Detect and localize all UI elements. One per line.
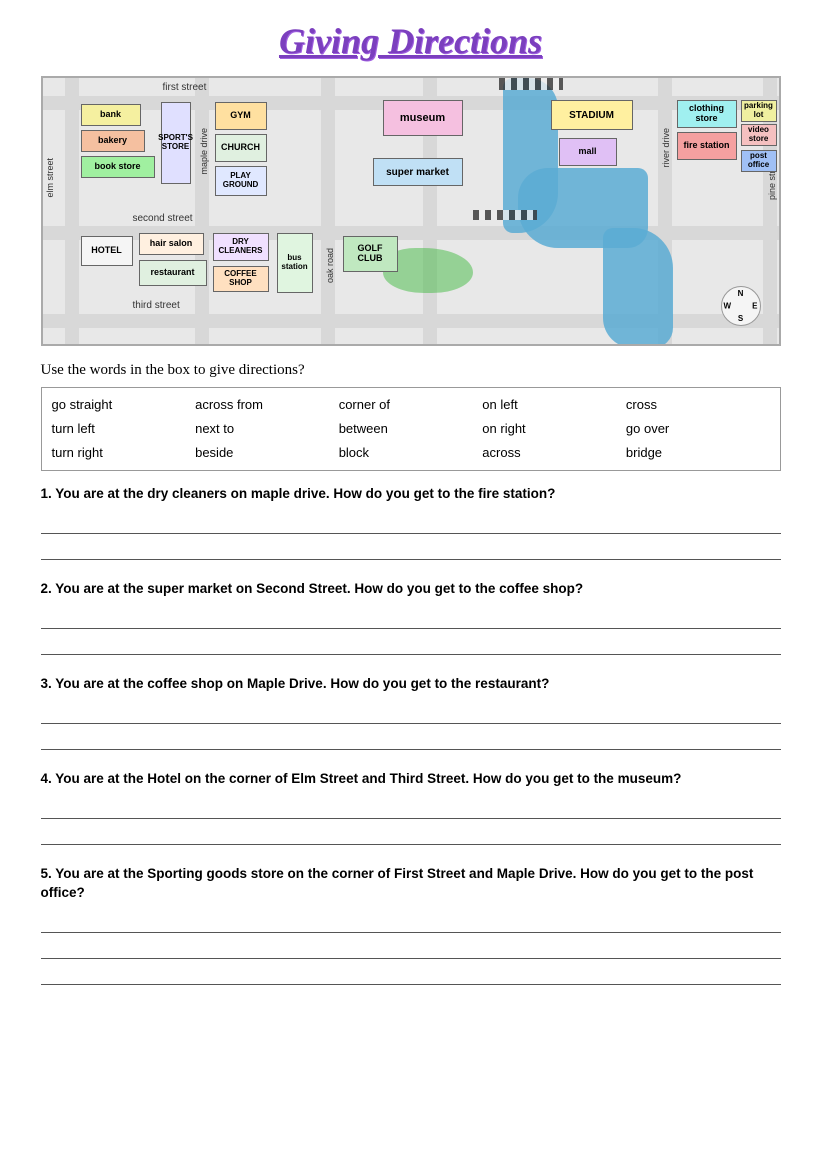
questions-section: 1. You are at the dry cleaners on maple … — [41, 485, 781, 984]
answer-line-3b[interactable] — [41, 728, 781, 750]
hair-salon-building: hair salon — [139, 233, 204, 255]
question-3-text: 3. You are at the coffee shop on Maple D… — [41, 675, 781, 694]
word-cross: cross — [626, 394, 770, 416]
answer-line-4a[interactable] — [41, 797, 781, 819]
supermarket-building: super market — [373, 158, 463, 186]
question-5-text: 5. You are at the Sporting goods store o… — [41, 865, 781, 903]
bus-station-building: bus station — [277, 233, 313, 293]
question-2-text: 2. You are at the super market on Second… — [41, 580, 781, 599]
river-drive-label: river drive — [661, 128, 671, 168]
question-3: 3. You are at the coffee shop on Maple D… — [41, 675, 781, 750]
question-4: 4. You are at the Hotel on the corner of… — [41, 770, 781, 845]
third-street-label: third street — [133, 300, 180, 311]
bookstore-building: book store — [81, 156, 155, 178]
answer-line-1b[interactable] — [41, 538, 781, 560]
bakery-building: bakery — [81, 130, 145, 152]
church-building: CHURCH — [215, 134, 267, 162]
question-1: 1. You are at the dry cleaners on maple … — [41, 485, 781, 560]
word-bridge: bridge — [626, 442, 770, 464]
directions-prompt: Use the words in the box to give directi… — [41, 362, 781, 379]
word-go-straight: go straight — [52, 394, 196, 416]
hotel-building: HOTEL — [81, 236, 133, 266]
page-title: Giving Directions — [40, 20, 781, 62]
question-4-text: 4. You are at the Hotel on the corner of… — [41, 770, 781, 789]
word-across: across — [482, 442, 626, 464]
bank-building: bank — [81, 104, 141, 126]
stadium-building: STADIUM — [551, 100, 633, 130]
directions-section: Use the words in the box to give directi… — [41, 362, 781, 471]
gym-building: GYM — [215, 102, 267, 130]
word-across-from: across from — [195, 394, 339, 416]
answer-line-5c[interactable] — [41, 963, 781, 985]
restaurant-building: restaurant — [139, 260, 207, 286]
word-turn-right: turn right — [52, 442, 196, 464]
answer-line-5a[interactable] — [41, 911, 781, 933]
answer-line-4b[interactable] — [41, 823, 781, 845]
word-block: block — [339, 442, 483, 464]
word-on-left: on left — [482, 394, 626, 416]
maple-drive-label: maple drive — [199, 128, 209, 175]
answer-line-2a[interactable] — [41, 607, 781, 629]
answer-line-2b[interactable] — [41, 633, 781, 655]
compass-rose: N S E W — [721, 286, 761, 326]
word-go-over: go over — [626, 418, 770, 440]
bridge-mid — [473, 210, 537, 220]
first-street-label: first street — [163, 82, 207, 93]
parking-lot-building: parking lot — [741, 100, 777, 122]
mall-building: mall — [559, 138, 617, 166]
bridge-top — [499, 78, 563, 90]
word-beside: beside — [195, 442, 339, 464]
museum-building: museum — [383, 100, 463, 136]
clothing-store-building: clothing store — [677, 100, 737, 128]
word-corner-of: corner of — [339, 394, 483, 416]
question-2: 2. You are at the super market on Second… — [41, 580, 781, 655]
answer-line-3a[interactable] — [41, 702, 781, 724]
dry-cleaners-building: DRY CLEANERS — [213, 233, 269, 261]
answer-line-1a[interactable] — [41, 512, 781, 534]
question-1-text: 1. You are at the dry cleaners on maple … — [41, 485, 781, 504]
word-turn-left: turn left — [52, 418, 196, 440]
question-5: 5. You are at the Sporting goods store o… — [41, 865, 781, 985]
map-area: first street second street third street … — [41, 76, 781, 346]
coffee-shop-building: COFFEE SHOP — [213, 266, 269, 292]
word-between: between — [339, 418, 483, 440]
word-on-right: on right — [482, 418, 626, 440]
playground-building: PLAY GROUND — [215, 166, 267, 196]
elm-street-label: elm street — [45, 158, 55, 198]
video-store-building: video store — [741, 124, 777, 146]
post-office-building: post office — [741, 150, 777, 172]
word-next-to: next to — [195, 418, 339, 440]
vocabulary-box: go straight across from corner of on lef… — [41, 387, 781, 471]
river-lower — [603, 228, 673, 346]
sports-store-building: SPORT'S STORE — [161, 102, 191, 184]
fire-station-building: fire station — [677, 132, 737, 160]
oak-road-label: oak road — [325, 248, 335, 283]
golf-club-building: GOLF CLUB — [343, 236, 398, 272]
second-street-label: second street — [133, 213, 193, 224]
answer-line-5b[interactable] — [41, 937, 781, 959]
